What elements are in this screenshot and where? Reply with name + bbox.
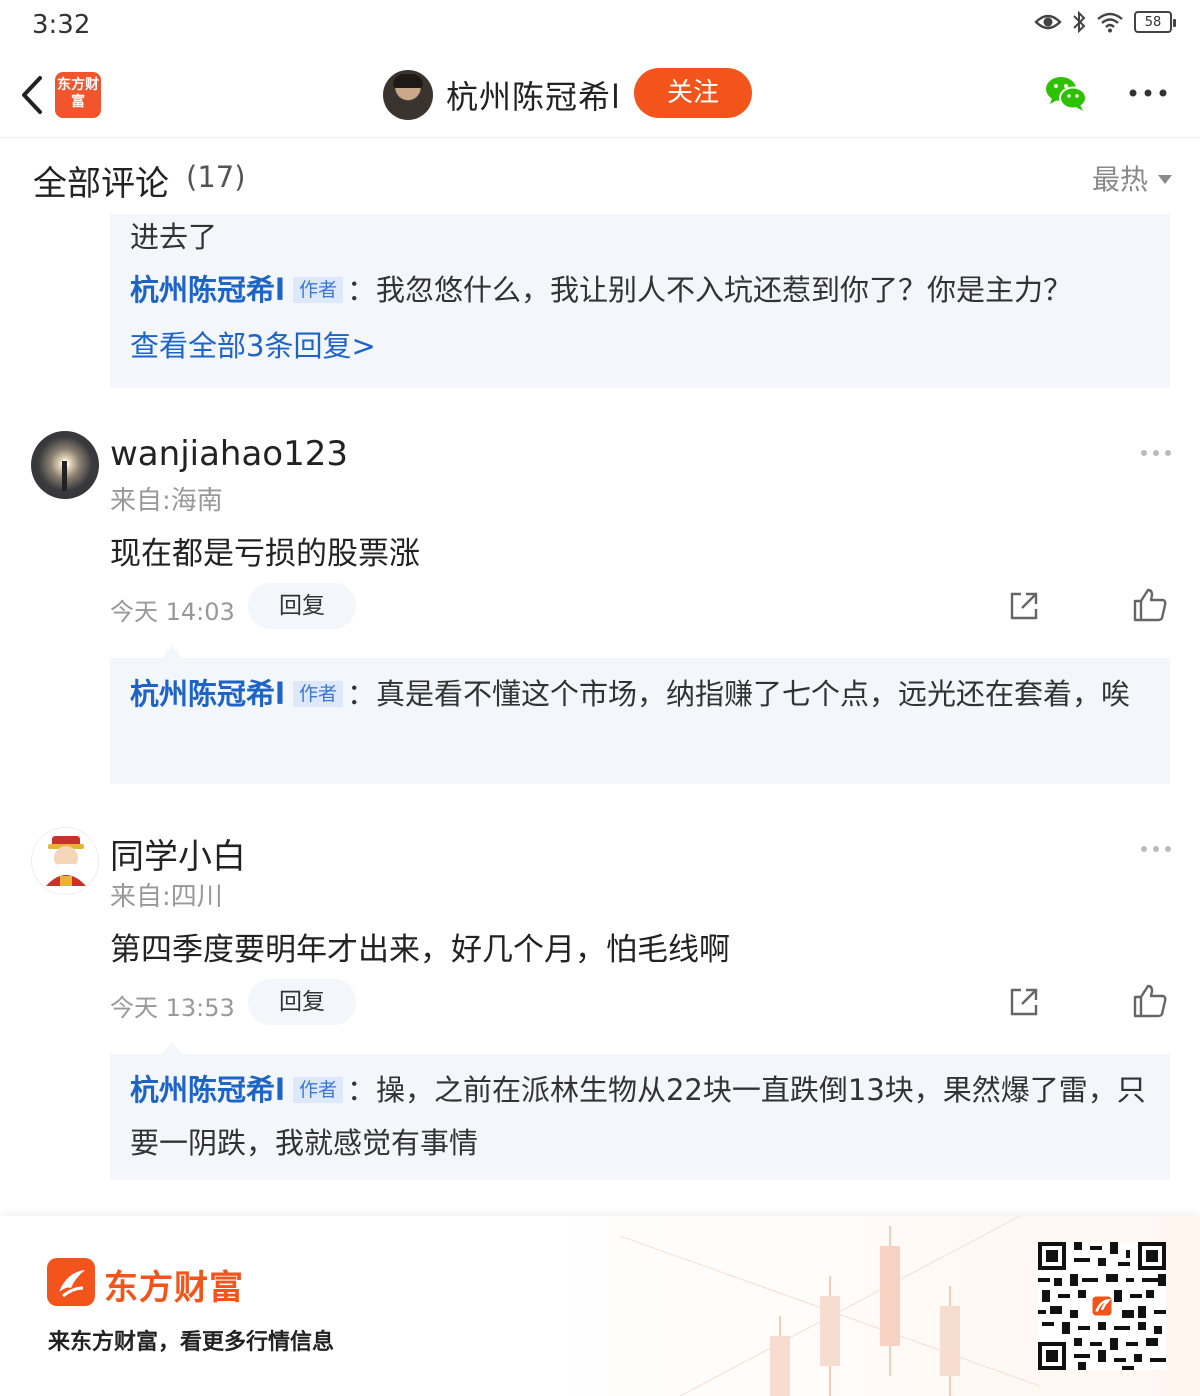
comments-title: 全部评论 <box>33 164 169 204</box>
reply-separator: ： <box>346 1073 376 1107</box>
brand-logo-icon <box>47 1258 95 1306</box>
sort-dropdown[interactable]: 最热 <box>1092 158 1172 198</box>
footer-banner: 东方财富 来东方财富，看更多行情信息 <box>0 1216 1200 1396</box>
view-all-replies-link[interactable]: 查看全部3条回复> <box>110 320 1170 373</box>
status-time: 3:32 <box>32 10 91 40</box>
reply-button[interactable]: 回复 <box>248 583 356 629</box>
more-icon[interactable] <box>1128 88 1168 98</box>
app-logo-text: 东方财富 <box>57 77 99 110</box>
reply-box: 杭州陈冠希l 作者 ：操，之前在派林生物从22块一直跌倒13块，果然爆了雷，只要一阴… <box>110 1042 1170 1180</box>
more-icon[interactable] <box>1140 844 1172 854</box>
comments-count: (17) <box>186 160 246 194</box>
comment-text: 现在都是亏损的股票涨 <box>110 536 420 572</box>
reply-text: 真是看不懂这个市场，纳指赚了七个点，远光还在套着，唉 <box>375 677 1130 711</box>
footer-slogan: 来东方财富，看更多行情信息 <box>48 1330 335 1355</box>
author-tag: 作者 <box>292 277 343 303</box>
bluetooth-icon <box>1073 10 1086 34</box>
share-icon[interactable] <box>1007 985 1041 1019</box>
app-logo[interactable]: 东方财富 <box>55 72 101 118</box>
reply-item: 杭州陈冠希l 作者 ：操，之前在派林生物从22块一直跌倒13块，果然爆了雷，只要一阴… <box>110 1064 1170 1170</box>
footer-brand: 东方财富 <box>104 1268 244 1308</box>
avatar[interactable] <box>31 827 99 895</box>
share-icon[interactable] <box>1007 589 1041 623</box>
comment-text: 第四季度要明年才出来，好几个月，怕毛线啊 <box>110 932 730 968</box>
sort-label: 最热 <box>1091 163 1148 196</box>
battery-icon: 58 <box>1134 11 1176 33</box>
author-tag: 作者 <box>292 1077 343 1103</box>
avatar[interactable] <box>31 431 99 499</box>
reply-item: 杭州陈冠希l 作者 ：真是看不懂这个市场，纳指赚了七个点，远光还在套着，唉 <box>110 668 1170 721</box>
comments-header: 全部评论 (17) 最热 <box>0 138 1200 216</box>
reply-text: 我忽悠什么，我让别人不入坑还惹到你了？你是主力？ <box>375 273 1072 307</box>
reply-author[interactable]: 杭州陈冠希l <box>130 273 285 307</box>
reply-button[interactable]: 回复 <box>248 979 356 1025</box>
timestamp: 今天 14:03 <box>110 598 235 626</box>
candlestick-decoration <box>620 1216 1040 1396</box>
status-icons: 58 <box>1034 10 1176 34</box>
username[interactable]: 同学小白 <box>110 829 246 878</box>
reply-partial-text: 进去了 <box>130 220 218 254</box>
reply-caret <box>162 646 182 658</box>
reply-author[interactable]: 杭州陈冠希l <box>130 677 285 711</box>
eye-icon <box>1034 14 1062 30</box>
author-tag: 作者 <box>292 681 343 707</box>
location: 来自:海南 <box>110 486 223 516</box>
reply-author[interactable]: 杭州陈冠希l <box>130 1073 285 1107</box>
wechat-icon[interactable] <box>1044 74 1088 114</box>
reply-separator: ： <box>346 273 376 307</box>
username[interactable]: wanjiahao123 <box>110 434 348 474</box>
back-icon[interactable] <box>14 70 50 120</box>
reply-separator: ： <box>346 677 376 711</box>
like-icon[interactable] <box>1132 587 1168 623</box>
page-title[interactable]: 杭州陈冠希l <box>446 72 621 118</box>
wifi-icon <box>1097 12 1123 33</box>
reply-box: 进去了 杭州陈冠希l 作者 ：我忽悠什么，我让别人不入坑还惹到你了？你是主力？ 查看… <box>110 214 1170 388</box>
timestamp: 今天 13:53 <box>110 994 235 1022</box>
location: 来自:四川 <box>110 882 223 912</box>
follow-button[interactable]: 关注 <box>634 68 752 118</box>
reply-box: 杭州陈冠希l 作者 ：真是看不懂这个市场，纳指赚了七个点，远光还在套着，唉 <box>110 646 1170 784</box>
like-icon[interactable] <box>1132 983 1168 1019</box>
qr-code-icon <box>1038 1242 1166 1370</box>
chevron-down-icon <box>1158 174 1172 184</box>
fortune-god-avatar <box>46 836 86 886</box>
author-avatar[interactable] <box>383 70 433 120</box>
nav-bar: 东方财富 杭州陈冠希l 关注 <box>0 52 1200 138</box>
reply-item: 杭州陈冠希l 作者 ：我忽悠什么，我让别人不入坑还惹到你了？你是主力？ <box>110 260 1170 320</box>
reply-caret <box>162 1042 182 1054</box>
more-icon[interactable] <box>1140 448 1172 458</box>
status-bar: 3:32 58 <box>0 0 1200 52</box>
